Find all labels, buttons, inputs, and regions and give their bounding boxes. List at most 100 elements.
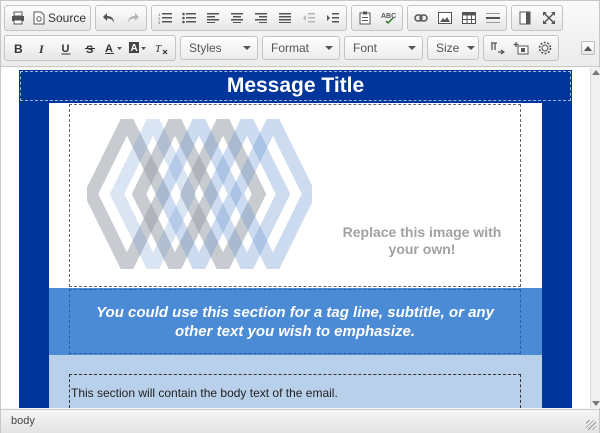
remove-format-button[interactable]: T <box>150 37 174 59</box>
svg-text:ABC: ABC <box>381 13 396 20</box>
email-frame: Message Title Replace this image with yo… <box>19 70 572 408</box>
bulleted-list-button[interactable] <box>177 7 201 29</box>
redo-icon <box>128 13 140 23</box>
chevron-down-icon <box>408 46 416 50</box>
outdent-icon <box>303 13 316 23</box>
chevron-down-icon <box>325 46 333 50</box>
strikethrough-button[interactable]: S <box>78 37 102 59</box>
text-color-icon: A <box>105 43 122 54</box>
scroll-down-arrow-icon[interactable] <box>592 401 600 406</box>
italic-button[interactable]: I <box>30 37 54 59</box>
collapse-toolbar-button[interactable] <box>581 41 595 55</box>
resize-handle-icon[interactable] <box>586 420 596 430</box>
body-text-block[interactable]: This section will contain the body text … <box>69 374 521 408</box>
insert-field-icon <box>513 41 529 54</box>
misc-group <box>483 35 559 61</box>
paste-button[interactable] <box>353 7 377 29</box>
source-icon <box>33 11 45 25</box>
underline-button[interactable]: U <box>54 37 78 59</box>
bidi-button[interactable] <box>485 37 509 59</box>
hero-image-block[interactable]: Replace this image with your own! <box>69 104 521 287</box>
insert-group <box>407 5 508 31</box>
background-color-button[interactable]: A <box>126 37 150 59</box>
scroll-up-arrow-icon[interactable] <box>592 70 600 75</box>
bulleted-list-icon <box>182 12 197 24</box>
maximize-button[interactable] <box>537 7 561 29</box>
insert-field-button[interactable] <box>509 37 533 59</box>
styles-dropdown-label: Styles <box>189 41 222 55</box>
tagline-text: You could use this section for a tag lin… <box>96 303 494 340</box>
align-left-button[interactable] <box>201 7 225 29</box>
svg-text:3: 3 <box>158 20 161 24</box>
history-group <box>95 5 148 31</box>
format-dropdown-label: Format <box>271 41 310 55</box>
image-button[interactable] <box>433 7 457 29</box>
page-icon <box>519 11 531 25</box>
email-panel: Replace this image with your own! You co… <box>49 103 542 408</box>
svg-text:A: A <box>105 43 113 54</box>
horizontal-rule-button[interactable] <box>481 7 505 29</box>
align-center-icon <box>231 13 244 23</box>
redo-button[interactable] <box>121 7 145 29</box>
settings-icon <box>538 41 552 55</box>
document-group: Source <box>4 5 92 31</box>
justify-button[interactable] <box>273 7 297 29</box>
source-button[interactable]: Source <box>30 7 89 29</box>
svg-text:A: A <box>131 43 138 54</box>
text-color-button[interactable]: A <box>102 37 126 59</box>
editor-content-area[interactable]: Message Title Replace this image with yo… <box>1 68 590 408</box>
diamond-pattern-image <box>87 119 312 269</box>
editor-toolbar: Source 123 ABC B I U A A T Styles Format… <box>1 1 599 67</box>
image-placeholder-text: Replace this image with your own! <box>342 224 502 257</box>
paste-icon <box>359 11 371 25</box>
justify-icon <box>279 13 292 23</box>
outdent-button[interactable] <box>297 7 321 29</box>
body-text: This section will contain the body text … <box>71 386 338 400</box>
styles-dropdown[interactable]: Styles <box>180 36 258 60</box>
print-button[interactable] <box>6 7 30 29</box>
underline-icon: U <box>61 43 71 55</box>
toolbar-row-2: B I U S A A T <box>4 34 563 62</box>
align-left-icon <box>207 13 220 23</box>
font-dropdown[interactable]: Font <box>344 36 423 60</box>
horizontal-rule-icon <box>486 13 501 23</box>
source-label: Source <box>48 11 87 25</box>
tagline-block[interactable]: You could use this section for a tag lin… <box>69 289 521 354</box>
paragraph-group: 123 <box>151 5 348 31</box>
basic-styles-group: B I U S A A T <box>4 35 176 61</box>
undo-button[interactable] <box>97 7 121 29</box>
size-dropdown[interactable]: Size <box>427 36 479 60</box>
indent-icon <box>327 13 340 23</box>
strikethrough-icon: S <box>85 44 95 54</box>
message-title-block[interactable]: Message Title <box>20 71 571 101</box>
rich-text-editor: Source 123 ABC B I U A A T Styles Format… <box>0 0 600 433</box>
element-path[interactable]: body <box>11 415 35 427</box>
link-button[interactable] <box>409 7 433 29</box>
message-title: Message Title <box>226 74 365 97</box>
toolbar-row-1: Source 123 ABC <box>4 4 567 32</box>
show-blocks-button[interactable] <box>513 7 537 29</box>
status-bar: body <box>1 409 599 433</box>
maximize-icon <box>543 12 556 24</box>
align-center-button[interactable] <box>225 7 249 29</box>
tagline-band: You could use this section for a tag lin… <box>49 288 542 355</box>
svg-text:I: I <box>38 42 45 54</box>
clipboard-group: ABC <box>351 5 404 31</box>
svg-text:B: B <box>14 42 23 54</box>
bold-icon: B <box>14 42 23 54</box>
indent-button[interactable] <box>321 7 345 29</box>
numbered-list-button[interactable]: 123 <box>153 7 177 29</box>
spellcheck-button[interactable]: ABC <box>377 7 401 29</box>
table-button[interactable] <box>457 7 481 29</box>
format-dropdown[interactable]: Format <box>262 36 340 60</box>
font-dropdown-label: Font <box>353 41 378 55</box>
link-icon <box>414 14 428 22</box>
view-group <box>511 5 564 31</box>
settings-button[interactable] <box>533 37 557 59</box>
align-right-button[interactable] <box>249 7 273 29</box>
table-icon <box>462 12 477 24</box>
chevron-down-icon <box>243 46 251 50</box>
vertical-scrollbar[interactable] <box>590 68 600 408</box>
bold-button[interactable]: B <box>6 37 30 59</box>
svg-text:T: T <box>155 43 162 55</box>
